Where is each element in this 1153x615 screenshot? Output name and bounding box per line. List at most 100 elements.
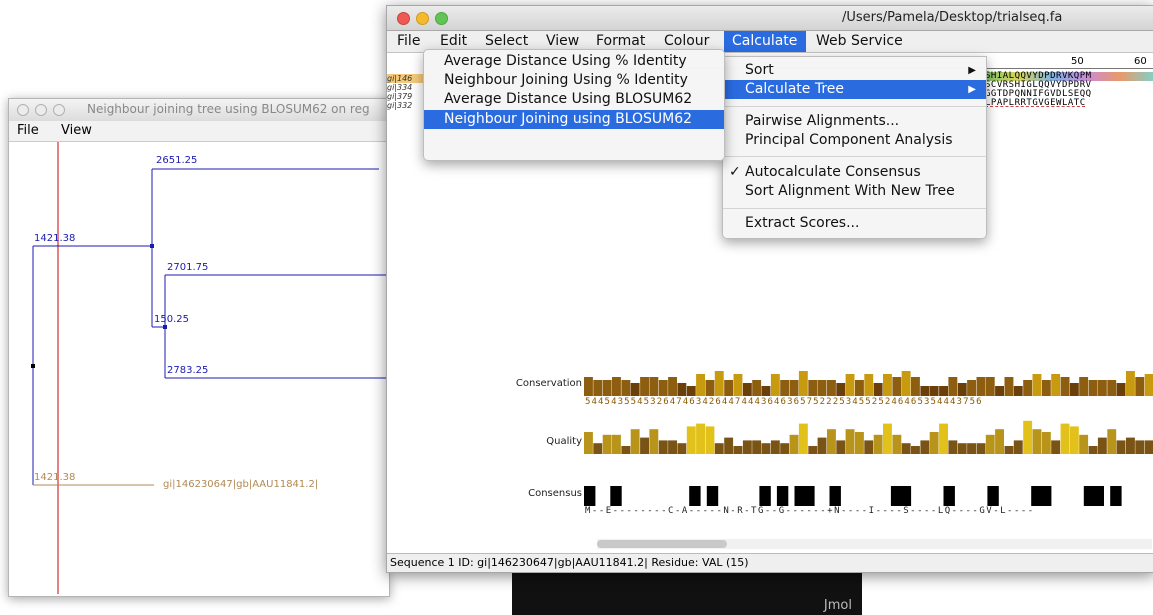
quality-bar: [967, 443, 976, 454]
menu-item-autocalculate-consensus[interactable]: Autocalculate Consensus: [745, 163, 921, 182]
conservation-bar: [939, 386, 948, 396]
conservation-bar: [1116, 383, 1126, 396]
menu-select[interactable]: Select: [485, 33, 528, 49]
menu-edit[interactable]: Edit: [440, 33, 467, 49]
conservation-bar: [911, 377, 920, 396]
quality-bar: [1032, 429, 1042, 454]
submenu-item-nj-blosum[interactable]: Neighbour Joining using BLOSUM62: [424, 110, 724, 129]
conservation-bar: [1126, 371, 1135, 396]
consensus-bar: [1092, 486, 1104, 506]
quality-bar: [584, 432, 593, 454]
consensus-bar: [1040, 486, 1052, 506]
conservation-bar: [752, 380, 762, 396]
conservation-bar: [883, 374, 892, 396]
quality-bar: [883, 423, 892, 454]
quality-bar: [658, 440, 668, 454]
node-label: 2783.25: [167, 365, 209, 376]
menu-item-sort[interactable]: Sort ▶: [723, 61, 986, 80]
conservation-bar: [1135, 377, 1145, 396]
tree-node-upper: [150, 244, 154, 248]
menu-calculate[interactable]: Calculate: [732, 33, 797, 49]
menu-view[interactable]: View: [546, 33, 579, 49]
quality-bar: [724, 437, 734, 454]
tree-canvas[interactable]: 2651.25 1421.38 2701.75 150.25 2783.25 1…: [9, 142, 389, 594]
alignment-title-bar[interactable]: /Users/Pamela/Desktop/trialseq.fa: [387, 6, 1153, 31]
scrollbar-thumb[interactable]: [597, 540, 727, 548]
tree-menu-file[interactable]: File: [17, 123, 39, 138]
submenu-item-avg-blosum[interactable]: Average Distance Using BLOSUM62: [444, 90, 692, 109]
submenu-item-nj-pid[interactable]: Neighbour Joining Using % Identity: [444, 71, 688, 90]
menu-format[interactable]: Format: [596, 33, 645, 49]
quality-bar: [630, 429, 640, 454]
conservation-bar: [668, 377, 677, 396]
quality-bar: [1135, 440, 1145, 454]
minimize-button[interactable]: [35, 104, 47, 116]
tree-window-title: Neighbour joining tree using BLOSUM62 on…: [87, 102, 370, 116]
menu-item-sort-with-tree[interactable]: Sort Alignment With New Tree: [745, 182, 955, 201]
conservation-bar: [836, 383, 846, 396]
quality-bar: [920, 440, 930, 454]
leaf-label[interactable]: gi|146230647|gb|AAU11841.2|: [163, 479, 318, 490]
quality-bar: [864, 440, 874, 454]
conservation-bar: [985, 377, 995, 396]
annotation-label-consensus: Consensus: [528, 488, 582, 499]
sequence-block[interactable]: SHIALQQVYDPDRVKQPM SCVRSHIGLQQVYDPDRV GG…: [985, 72, 1153, 128]
conservation-bar: [640, 377, 649, 396]
menu-item-calculate-tree[interactable]: Calculate Tree ▶: [723, 80, 986, 99]
submenu-arrow-icon: ▶: [968, 84, 976, 95]
quality-bar: [593, 443, 603, 454]
conservation-bar: [602, 380, 612, 396]
conservation-bar: [892, 377, 902, 396]
close-button[interactable]: [397, 12, 410, 25]
menu-colour[interactable]: Colour: [664, 33, 709, 49]
menu-web-service[interactable]: Web Service: [816, 33, 903, 49]
consensus-bar: [803, 486, 815, 506]
zoom-button[interactable]: [435, 12, 448, 25]
annotation-label-conservation: Conservation: [515, 378, 582, 389]
tree-menu-bar: File View: [9, 121, 389, 142]
conservation-bar: [920, 386, 930, 396]
quality-bar: [1023, 420, 1033, 454]
quality-bar: [714, 443, 724, 454]
conservation-bar: [817, 380, 827, 396]
jmol-window: Jmol: [512, 570, 862, 615]
quality-bar: [995, 429, 1004, 454]
menu-item-pca[interactable]: Principal Component Analysis: [745, 131, 953, 150]
menu-separator: [723, 208, 986, 209]
conservation-bar: [1088, 380, 1098, 396]
conservation-bar: [593, 380, 603, 396]
quality-bar: [677, 443, 687, 454]
quality-bar: [1060, 423, 1070, 454]
quality-bar: [621, 446, 631, 454]
conservation-bar: [808, 380, 818, 396]
tree-title-bar[interactable]: Neighbour joining tree using BLOSUM62 on…: [9, 99, 389, 122]
conservation-bar: [957, 383, 967, 396]
conservation-bar: [1069, 383, 1079, 396]
conservation-bar: [1144, 374, 1153, 396]
quality-bar: [1013, 440, 1023, 454]
quality-bar: [1079, 434, 1089, 454]
conservation-bar: [1013, 386, 1023, 396]
submenu-item-avg-pid[interactable]: Average Distance Using % Identity: [444, 52, 687, 71]
quality-bar: [1097, 437, 1107, 454]
quality-bar: [1004, 446, 1014, 454]
status-text: Sequence 1 ID: gi|146230647|gb|AAU11841.…: [390, 556, 749, 569]
menu-item-extract-scores[interactable]: Extract Scores...: [745, 214, 859, 233]
consensus-text: M--E--------C-A-----N-R-TG--G------+N---…: [585, 506, 1035, 516]
menu-item-pairwise-alignments[interactable]: Pairwise Alignments...: [745, 112, 899, 131]
conservation-bar: [845, 374, 855, 396]
conservation-bar: [1023, 380, 1033, 396]
conservation-bar: [658, 380, 668, 396]
menu-file[interactable]: File: [397, 33, 420, 49]
tree-window: Neighbour joining tree using BLOSUM62 on…: [8, 98, 390, 597]
horizontal-scrollbar[interactable]: [597, 539, 1152, 549]
conservation-bar: [1051, 374, 1061, 396]
consensus-bar: [759, 486, 771, 506]
quality-bar: [668, 440, 677, 454]
zoom-button[interactable]: [53, 104, 65, 116]
quality-bar: [789, 434, 799, 454]
minimize-button[interactable]: [416, 12, 429, 25]
tree-menu-view[interactable]: View: [61, 123, 92, 138]
close-button[interactable]: [17, 104, 29, 116]
conservation-bar: [798, 371, 808, 396]
